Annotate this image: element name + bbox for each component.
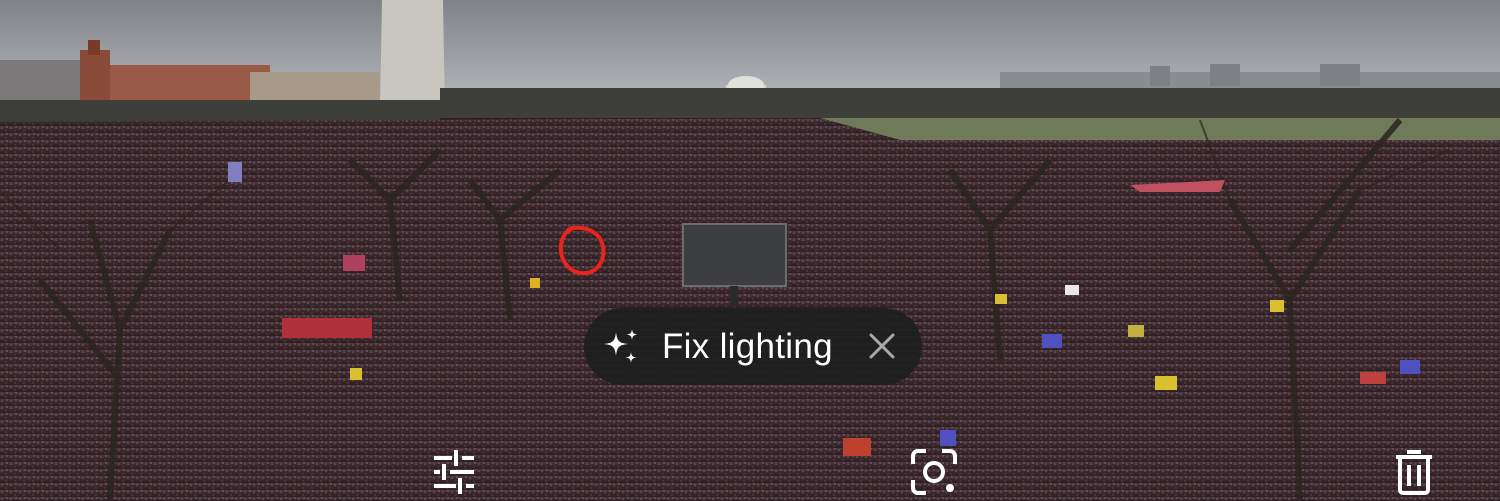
trash-icon	[1392, 448, 1436, 501]
photo-viewer[interactable]	[0, 0, 1500, 500]
lens-icon	[909, 448, 959, 501]
lens-button[interactable]	[908, 448, 960, 500]
sliders-icon	[430, 448, 478, 499]
edit-button[interactable]	[428, 448, 480, 500]
delete-button[interactable]	[1388, 448, 1440, 500]
crowd-photo	[0, 0, 1500, 500]
sparkle-icon	[600, 325, 644, 369]
close-icon[interactable]	[862, 326, 902, 366]
chip-label: Fix lighting	[662, 326, 833, 366]
fix-lighting-chip[interactable]: Fix lighting	[584, 308, 922, 385]
